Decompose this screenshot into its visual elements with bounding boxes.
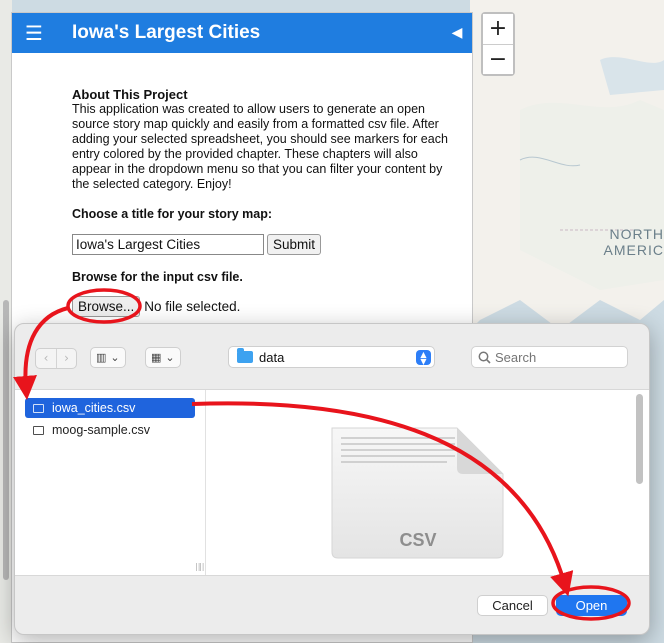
browser-scrollbar[interactable] bbox=[636, 394, 643, 484]
file-open-dialog: ‹ › ▥⌄ ▦⌄ data ▲▼ iowa_cities.csv bbox=[14, 323, 650, 635]
zoom-in-button[interactable]: + bbox=[483, 14, 513, 44]
file-item-iowa-cities[interactable]: iowa_cities.csv bbox=[25, 398, 195, 418]
map-label-north: NORTH bbox=[609, 226, 664, 242]
columns-icon: ▥ bbox=[96, 351, 107, 364]
dialog-toolbar: ‹ › ▥ ⌄ ▦ ⌄ data ▲ ▼ bbox=[15, 324, 649, 389]
story-title-input[interactable] bbox=[72, 234, 264, 255]
file-preview: CSV || bbox=[195, 390, 637, 575]
submit-button[interactable]: Submit bbox=[267, 234, 322, 255]
search-input[interactable] bbox=[495, 349, 615, 365]
page-title: Iowa's Largest Cities bbox=[72, 22, 261, 43]
about-text: This application was created to allow us… bbox=[72, 102, 448, 191]
location-label: data bbox=[259, 349, 285, 365]
title-prompt: Choose a title for your story map: bbox=[72, 207, 273, 221]
up-down-icon: ▲ ▼ bbox=[416, 350, 431, 366]
preview-type-label: CSV bbox=[399, 530, 436, 550]
file-column: iowa_cities.csv moog-sample.csv || bbox=[15, 390, 206, 575]
open-button[interactable]: Open bbox=[556, 595, 627, 616]
grid-icon: ▦ bbox=[151, 351, 162, 364]
dialog-footer: Cancel Open bbox=[15, 576, 649, 636]
folder-icon bbox=[237, 348, 253, 363]
browse-button[interactable]: Browse... bbox=[72, 296, 141, 317]
browse-prompt: Browse for the input csv file. bbox=[72, 270, 243, 284]
hamburger-icon[interactable]: ☰ bbox=[12, 21, 56, 45]
csv-file-icon bbox=[33, 425, 44, 435]
search-field[interactable] bbox=[471, 346, 628, 368]
file-name: iowa_cities.csv bbox=[52, 401, 136, 415]
file-browser: iowa_cities.csv moog-sample.csv || CSV |… bbox=[15, 389, 649, 576]
file-status: No file selected. bbox=[144, 299, 241, 314]
csv-document-icon: CSV bbox=[331, 427, 504, 559]
chevron-left-icon[interactable]: ‹ bbox=[36, 349, 56, 368]
zoom-out-button[interactable]: − bbox=[483, 44, 513, 74]
panel-scrollbar[interactable] bbox=[3, 300, 9, 580]
preview-resize-handle[interactable]: || bbox=[195, 562, 200, 571]
panel-header: ☰ Iowa's Largest Cities ◀ bbox=[12, 13, 472, 53]
history-nav: ‹ › bbox=[35, 348, 77, 369]
csv-file-icon bbox=[33, 403, 44, 413]
zoom-control: + − bbox=[481, 12, 515, 76]
chevron-right-icon[interactable]: › bbox=[56, 349, 76, 368]
file-item-moog-sample[interactable]: moog-sample.csv bbox=[25, 420, 195, 440]
chevron-down-icon: ⌄ bbox=[165, 351, 175, 364]
map-label-america: AMERIC bbox=[603, 242, 664, 258]
column-view-button[interactable]: ▥ ⌄ bbox=[90, 347, 126, 368]
grid-view-button[interactable]: ▦ ⌄ bbox=[145, 347, 181, 368]
about-title: About This Project bbox=[72, 87, 188, 102]
panel-body: About This Project This application was … bbox=[12, 53, 472, 317]
location-dropdown[interactable]: data ▲ ▼ bbox=[228, 346, 435, 368]
file-name: moog-sample.csv bbox=[52, 423, 150, 437]
search-icon bbox=[478, 351, 491, 364]
cancel-button[interactable]: Cancel bbox=[477, 595, 548, 616]
chevron-down-icon: ⌄ bbox=[110, 351, 120, 364]
collapse-panel-icon[interactable]: ◀ bbox=[442, 25, 472, 41]
